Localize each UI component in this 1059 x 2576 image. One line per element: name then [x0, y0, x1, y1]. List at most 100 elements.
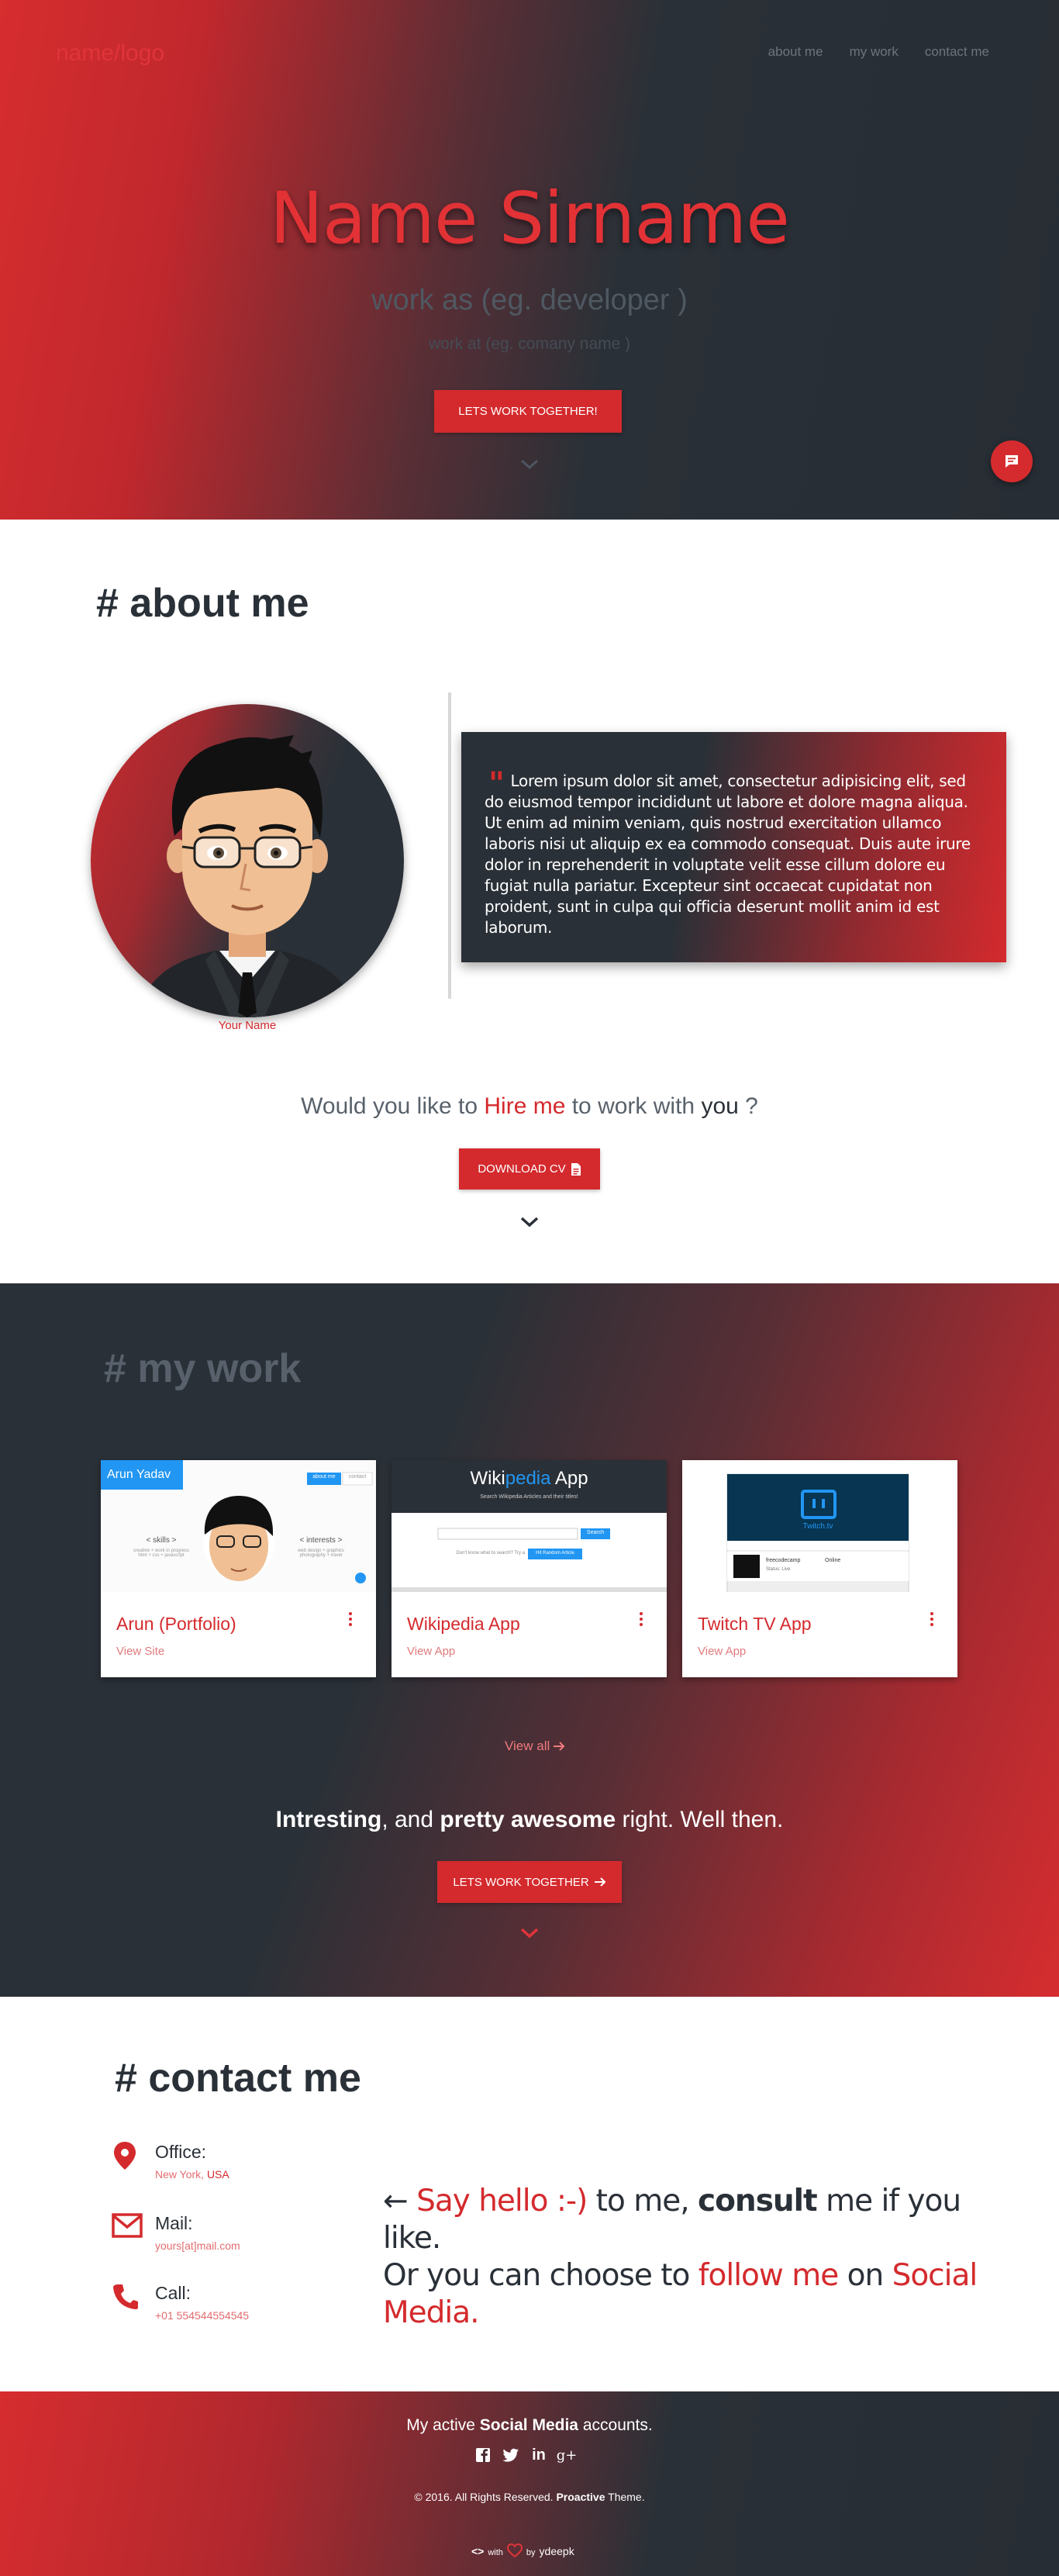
- chevron-down-icon[interactable]: [518, 1210, 541, 1234]
- project-link[interactable]: View Site: [116, 1645, 164, 1658]
- hire-text-1: Would you like to: [301, 1093, 485, 1119]
- footer-social-2: Social Media: [479, 2416, 578, 2434]
- hero-cta-button[interactable]: LETS WORK TOGETHER!: [434, 390, 622, 433]
- work-cta-label: LETS WORK TOGETHER: [453, 1875, 589, 1889]
- theme-name: Proactive: [556, 2491, 605, 2503]
- tagline-2: , and: [381, 1807, 440, 1832]
- arrow-right-icon: [594, 1877, 606, 1887]
- contact-label: Call:: [155, 2283, 191, 2303]
- project-card-portfolio[interactable]: Arun Yadav about me contact < skills > c…: [101, 1460, 376, 1677]
- project-card-twitch[interactable]: Twitch.tv freecodecamp Online Status: Li…: [682, 1460, 957, 1677]
- work-cta-button[interactable]: LETS WORK TOGETHER: [437, 1861, 622, 1903]
- nav-link-about[interactable]: about me: [768, 44, 823, 60]
- linkedin-icon[interactable]: in: [530, 2447, 547, 2464]
- document-icon: [571, 1162, 581, 1176]
- about-quote-text: Lorem ipsum dolor sit amet, consectetur …: [485, 772, 971, 937]
- thumb-wiki-tagline: Search Wikipedia Articles and their titl…: [480, 1494, 578, 1500]
- thumb-left-sub: creative + work in progress html + css +…: [133, 1549, 189, 1558]
- thumb-nav-2: contact: [348, 1474, 367, 1480]
- contact-label: Mail:: [155, 2213, 193, 2233]
- arrow-left-icon: ←: [383, 2184, 417, 2219]
- thumb-left-head: < skills >: [146, 1536, 177, 1545]
- top-nav: about me my work contact me: [768, 44, 989, 60]
- project-title[interactable]: Wikipedia App: [407, 1614, 520, 1635]
- thumb-right-head: < interests >: [299, 1536, 343, 1545]
- say-hello: Say hello :-): [416, 2184, 588, 2219]
- tagline-3: pretty awesome: [440, 1807, 616, 1832]
- hero-cta-label: LETS WORK TOGETHER!: [458, 405, 598, 418]
- thumb-wiki-title-2: pedia: [505, 1468, 551, 1489]
- thumb-badge: Arun Yadav: [107, 1468, 171, 1481]
- footer-social-text: My active Social Media accounts.: [0, 2416, 1059, 2435]
- code-icon: <>: [471, 2545, 485, 2557]
- author-link[interactable]: ydeepk: [540, 2545, 574, 2557]
- project-title[interactable]: Twitch TV App: [698, 1614, 812, 1635]
- made-by-label: by: [526, 2548, 536, 2557]
- footer-social-1: My active: [406, 2416, 480, 2434]
- mail-icon: [112, 2213, 143, 2238]
- hero-role: work as (eg. developer ): [371, 284, 688, 316]
- thumb-wiki-title-1: Wiki: [470, 1468, 505, 1489]
- phone-icon: [113, 2284, 138, 2309]
- about-quote-body: " Lorem ipsum dolor sit amet, consectetur…: [485, 768, 985, 938]
- thumb-nav-1: about me: [312, 1474, 336, 1480]
- about-quote-card: " Lorem ipsum dolor sit amet, consectetur…: [461, 732, 1006, 962]
- chevron-down-icon[interactable]: [518, 453, 541, 476]
- hire-text-2: to work with: [565, 1093, 702, 1119]
- copyright-1: © 2016. All Rights Reserved.: [414, 2491, 557, 2503]
- chevron-down-icon[interactable]: [518, 1922, 541, 1945]
- hire-me-link[interactable]: Hire me: [484, 1093, 565, 1119]
- more-vert-icon[interactable]: [926, 1607, 937, 1631]
- hero-section: [0, 0, 1059, 520]
- view-all-link[interactable]: View all: [505, 1739, 565, 1754]
- location-pin-icon: [114, 2142, 136, 2170]
- hire-me-line: Would you like to Hire me to work with y…: [0, 1093, 1059, 1120]
- copyright-3: Theme.: [605, 2491, 645, 2503]
- project-link[interactable]: View App: [698, 1645, 746, 1658]
- hero-name: Name Sirname: [270, 177, 790, 260]
- twitter-icon[interactable]: [502, 2447, 519, 2464]
- contact-value[interactable]: yours[at]mail.com: [155, 2239, 240, 2252]
- project-thumbnail: Wikipedia App Search Wikipedia Articles …: [392, 1460, 667, 1592]
- project-card-wikipedia[interactable]: Wikipedia App Search Wikipedia Articles …: [392, 1460, 667, 1677]
- contact-value-a: New York,: [155, 2168, 207, 2181]
- download-cv-button[interactable]: DOWNLOAD CV: [459, 1148, 600, 1190]
- download-cv-label: DOWNLOAD CV: [478, 1162, 566, 1176]
- project-thumbnail: Arun Yadav about me contact < skills > c…: [101, 1460, 376, 1592]
- more-vert-icon[interactable]: [636, 1607, 647, 1631]
- thumb-right-sub: web design + graphics photography + trav…: [298, 1549, 344, 1558]
- say-hello-text: ← Say hello :-) to me, consult me if you…: [383, 2183, 1003, 2332]
- work-title-word: my work: [137, 1346, 302, 1391]
- say-7: on: [838, 2258, 892, 2293]
- contact-title: # contact me: [115, 2056, 361, 2101]
- project-title[interactable]: Arun (Portfolio): [116, 1614, 236, 1635]
- nav-link-work[interactable]: my work: [850, 44, 899, 60]
- logo[interactable]: name/logo: [56, 40, 164, 67]
- thumb-wiki-title: Wikipedia App: [392, 1468, 667, 1490]
- nav-link-contact[interactable]: contact me: [925, 44, 989, 60]
- facebook-icon[interactable]: [474, 2447, 492, 2464]
- say-consult: consult: [698, 2184, 818, 2219]
- chat-button[interactable]: [991, 440, 1033, 482]
- more-vert-icon[interactable]: [345, 1607, 356, 1631]
- hire-text-3: you: [701, 1093, 739, 1119]
- work-title: # my work: [104, 1345, 301, 1392]
- work-title-hash: #: [104, 1346, 138, 1391]
- project-link[interactable]: View App: [407, 1645, 455, 1658]
- project-thumbnail: Twitch.tv freecodecamp Online Status: Li…: [682, 1460, 957, 1592]
- contact-label: Office:: [155, 2142, 207, 2162]
- thumb-twitch-online: Online: [825, 1558, 841, 1563]
- follow-me-link[interactable]: follow me: [699, 2258, 839, 2293]
- avatar-caption: Your Name: [218, 1019, 277, 1032]
- thumb-twitch-status: Status: Live: [766, 1567, 791, 1572]
- hero-company: work at (eg. comany name ): [428, 335, 631, 353]
- thumb-random-btn: Hit Random Article: [536, 1551, 574, 1556]
- thumb-random-label: Don't know what to search? Try a: [456, 1551, 525, 1556]
- hire-text-4: ?: [738, 1093, 758, 1119]
- say-9: .: [470, 2295, 479, 2330]
- made-with: with: [488, 2548, 503, 2557]
- say-2: to me,: [587, 2184, 699, 2219]
- contact-value-b: USA: [206, 2168, 229, 2181]
- contact-value[interactable]: +01 554544554545: [155, 2309, 249, 2322]
- google-plus-icon[interactable]: g+: [557, 2447, 578, 2464]
